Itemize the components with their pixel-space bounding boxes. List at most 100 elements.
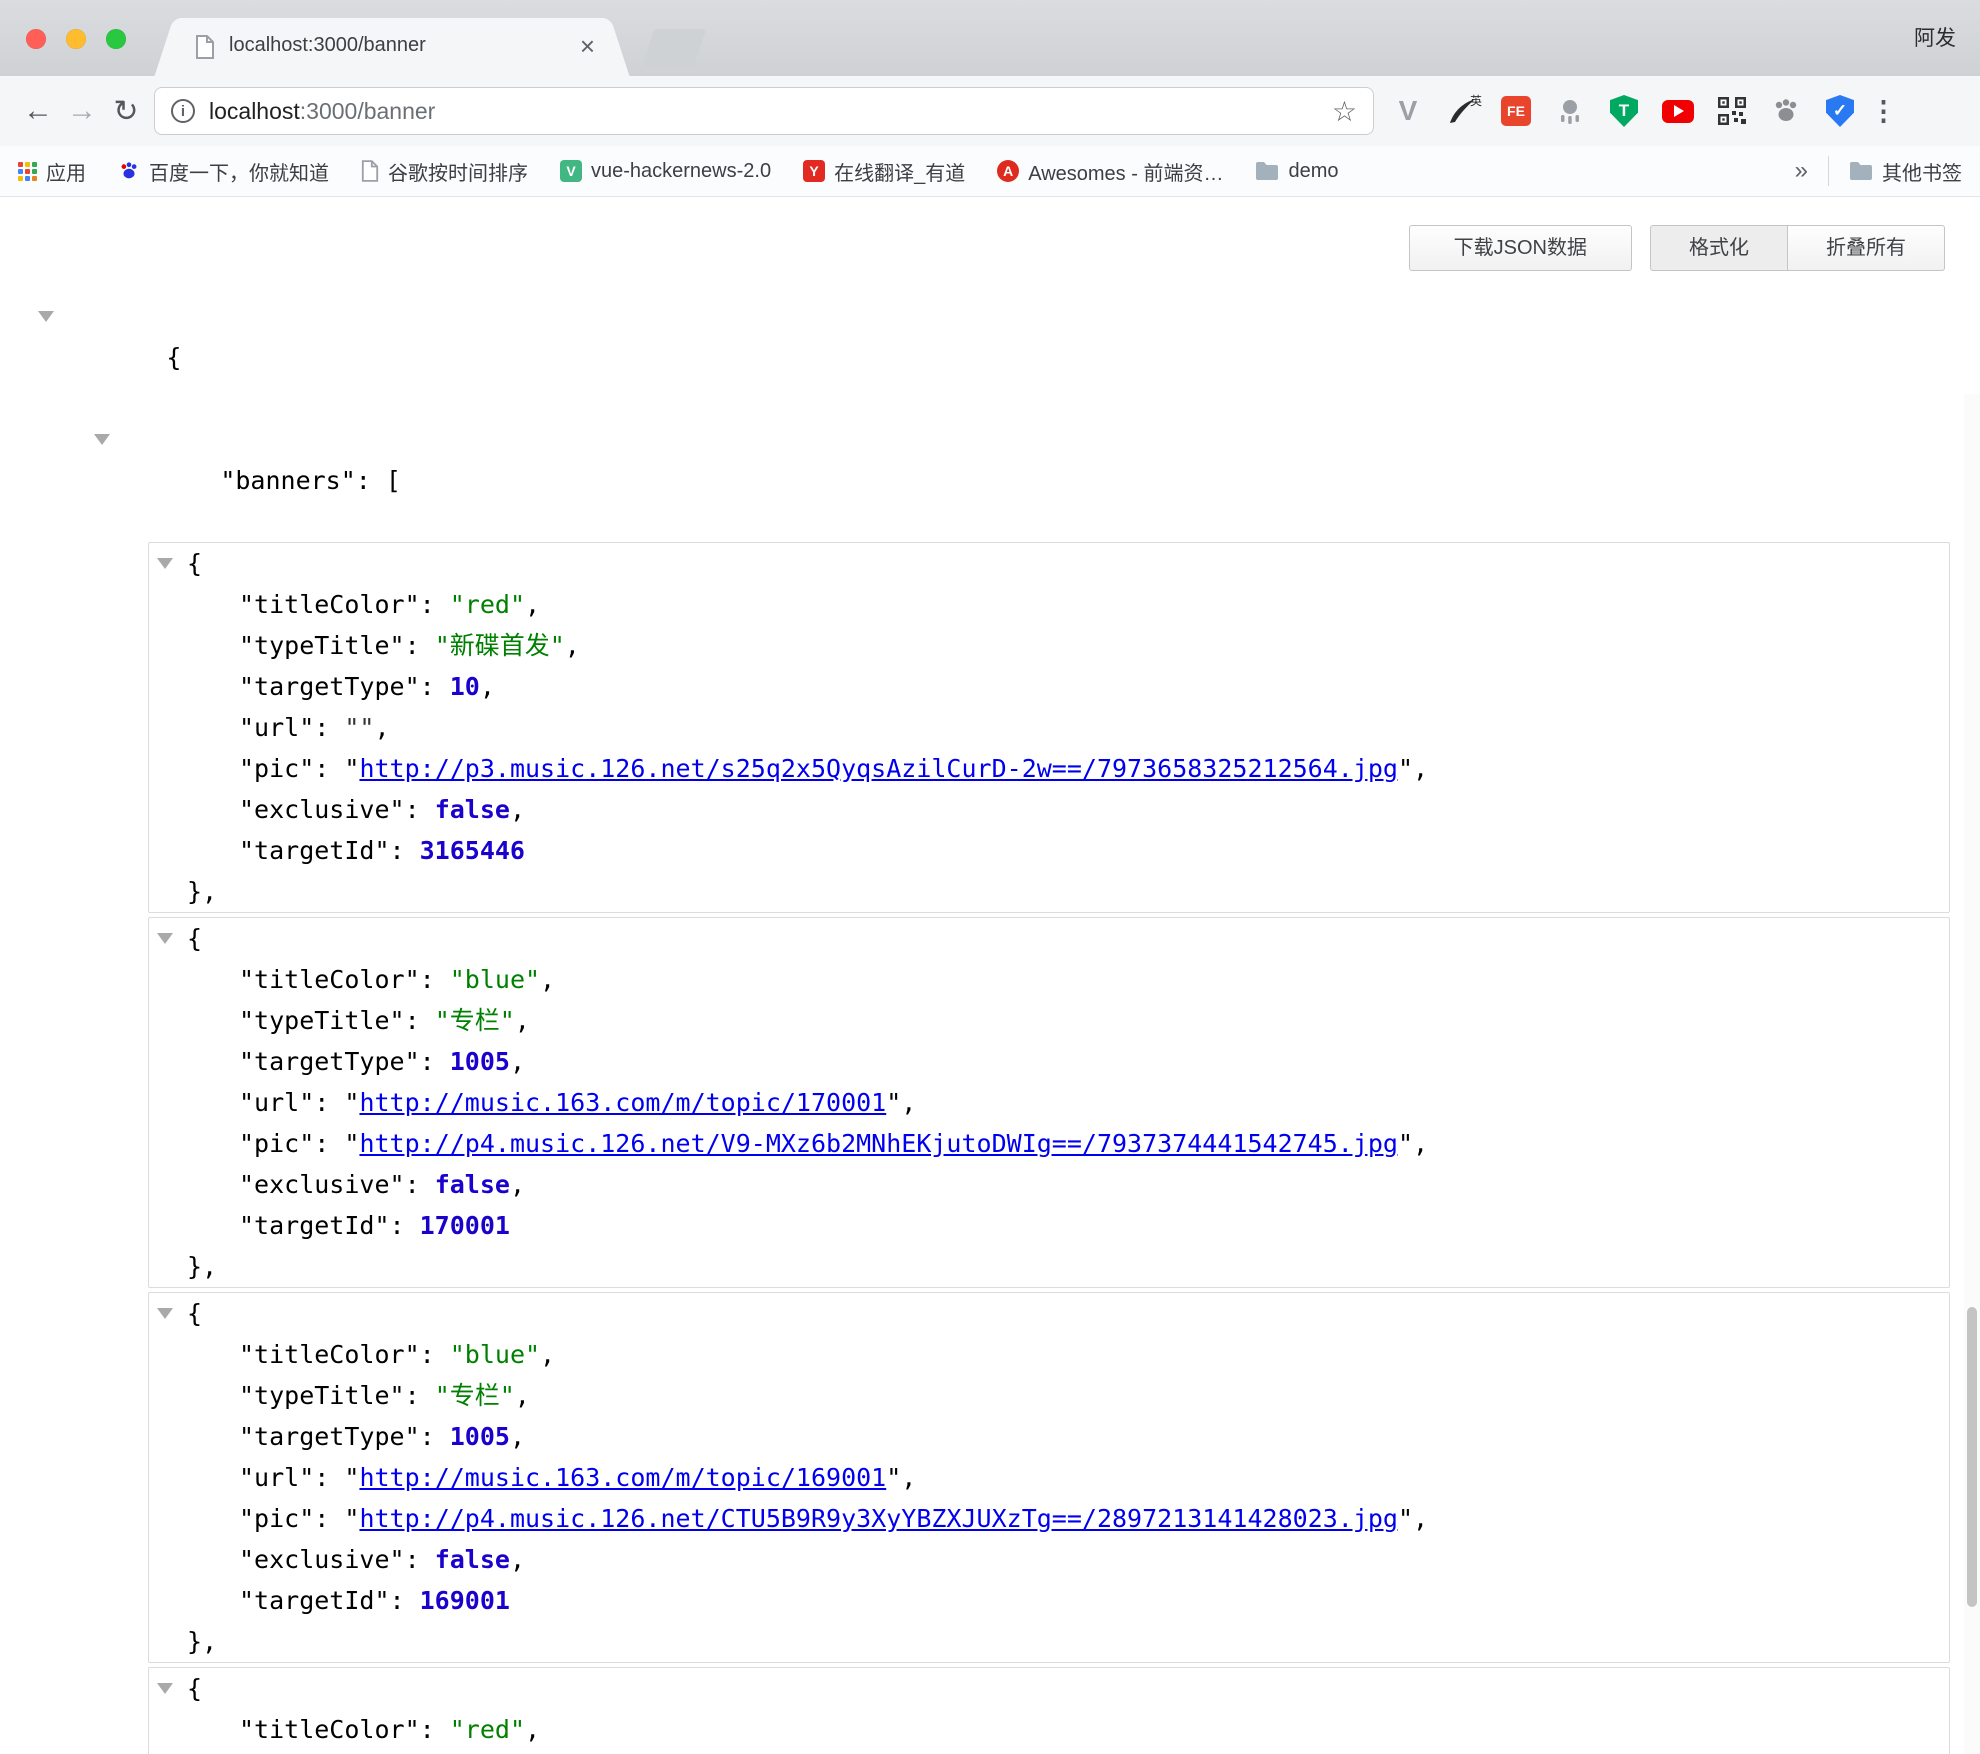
json-punctuation: : (314, 1463, 344, 1492)
paw-extension-icon[interactable] (1770, 95, 1802, 127)
url-host: localhost (209, 98, 300, 124)
bookmark-youdao-translate[interactable]: Y 在线翻译_有道 (803, 157, 965, 186)
scrollbar-thumb[interactable] (1967, 1307, 1977, 1607)
json-line: "titleColor": "blue", (149, 959, 1949, 1000)
browser-menu-icon[interactable]: ⋮ (1870, 96, 1897, 127)
json-punctuation: , (565, 631, 580, 660)
json-punctuation: , (901, 1088, 916, 1117)
reload-button[interactable]: ↻ (104, 89, 148, 133)
json-url-link[interactable]: http://music.163.com/m/topic/170001 (359, 1088, 886, 1117)
bookmark-label: demo (1288, 160, 1338, 183)
other-bookmarks-folder[interactable]: 其他书签 (1849, 157, 1962, 186)
bookmark-star-icon[interactable]: ☆ (1332, 95, 1357, 128)
json-key: "titleColor" (239, 590, 420, 619)
back-button[interactable]: ← (16, 89, 60, 133)
banner-list: { "titleColor": "red", "typeTitle": "新碟首发"… (0, 542, 1980, 1754)
json-line: "titleColor": "red", (149, 584, 1949, 625)
json-line: "titleColor": "red", (149, 1709, 1949, 1750)
json-punctuation: " (1398, 754, 1413, 783)
bookmark-awesomes[interactable]: A Awesomes - 前端资… (997, 157, 1223, 186)
forward-button[interactable]: → (60, 89, 104, 133)
blue-shield-extension-icon[interactable]: ✓ (1824, 95, 1856, 127)
json-punctuation: }, (187, 1252, 217, 1281)
collapse-triangle-icon[interactable] (157, 558, 173, 569)
browser-tab[interactable]: localhost:3000/banner × (177, 18, 607, 76)
json-punctuation: , (1413, 1129, 1428, 1158)
json-url-link[interactable]: http://p4.music.126.net/V9-MXz6b2MNhEKju… (359, 1129, 1398, 1158)
browser-navbar: ← → ↻ i localhost:3000/banner ☆ V 英 FE (0, 76, 1980, 146)
bookmarks-overflow-chevron[interactable]: » (1795, 157, 1808, 185)
json-punctuation: , (510, 1545, 525, 1574)
profile-name[interactable]: 阿发 (1914, 22, 1956, 52)
json-punctuation: , (901, 1463, 916, 1492)
fehelper-extension-icon[interactable]: FE (1500, 95, 1532, 127)
bookmark-demo-folder[interactable]: demo (1255, 160, 1338, 183)
folder-icon (1255, 161, 1279, 181)
json-url-link[interactable]: http://p4.music.126.net/CTU5B9R9y3XyYBZX… (359, 1504, 1398, 1533)
page-info-icon[interactable]: i (171, 99, 195, 123)
collapse-triangle-icon[interactable] (38, 311, 54, 322)
close-window-button[interactable] (26, 29, 46, 49)
json-key: "url" (239, 1088, 314, 1117)
vue-devtools-extension-icon[interactable]: V (1392, 95, 1424, 127)
apps-grid-icon (18, 162, 37, 181)
minimize-window-button[interactable] (66, 29, 86, 49)
json-line: "url": "", (149, 707, 1949, 748)
json-punctuation: : (405, 1381, 435, 1410)
bookmark-label: 应用 (46, 157, 86, 186)
json-number-value: 10 (450, 672, 480, 701)
json-punctuation: : (405, 631, 435, 660)
bookmark-vue-hackernews[interactable]: V vue-hackernews-2.0 (560, 160, 771, 183)
json-line: "targetType": 1005, (149, 1041, 1949, 1082)
json-string-value: "新碟首发" (435, 631, 565, 660)
json-punctuation: : (420, 1715, 450, 1744)
youdao-dict-extension-icon[interactable]: 英 (1446, 95, 1478, 127)
bookmark-label: 百度一下，你就知道 (149, 157, 329, 186)
maximize-window-button[interactable] (106, 29, 126, 49)
collapse-triangle-icon[interactable] (157, 1683, 173, 1694)
collapse-triangle-icon[interactable] (157, 1308, 173, 1319)
new-tab-button[interactable] (642, 29, 706, 67)
json-punctuation: : (314, 1129, 344, 1158)
json-key: "typeTitle" (239, 1381, 405, 1410)
json-punctuation: : (390, 836, 420, 865)
json-punctuation: , (515, 1006, 530, 1035)
banner-object-box: {"titleColor": "blue","typeTitle": "专栏",… (148, 917, 1950, 1288)
json-punctuation: { (187, 549, 202, 578)
octotree-extension-icon[interactable] (1554, 95, 1586, 127)
page-icon (195, 35, 215, 64)
bookmark-baidu[interactable]: 百度一下，你就知道 (118, 157, 329, 186)
json-line: "titleColor": "blue", (149, 1334, 1949, 1375)
json-punctuation: : (420, 1340, 450, 1369)
page-icon (361, 160, 379, 182)
json-punctuation: " (344, 1088, 359, 1117)
json-url-link[interactable]: http://p3.music.126.net/s25q2x5QyqsAzilC… (359, 754, 1398, 783)
bookmark-label: 谷歌按时间排序 (388, 157, 528, 186)
json-key: "targetType" (239, 672, 420, 701)
download-json-button[interactable]: 下载JSON数据 (1409, 225, 1632, 271)
json-number-value: 169001 (420, 1586, 510, 1615)
bookmark-apps[interactable]: 应用 (18, 157, 86, 186)
url-bar[interactable]: i localhost:3000/banner ☆ (154, 87, 1374, 135)
json-punctuation: , (525, 590, 540, 619)
json-line: "targetId": 169001 (149, 1580, 1949, 1621)
collapse-triangle-icon[interactable] (157, 933, 173, 944)
json-string-value: "red" (450, 1715, 525, 1744)
collapse-triangle-icon[interactable] (94, 434, 110, 445)
json-url-link[interactable]: http://music.163.com/m/topic/169001 (359, 1463, 886, 1492)
collapse-all-button[interactable]: 折叠所有 (1788, 225, 1945, 271)
bookmark-google-sort[interactable]: 谷歌按时间排序 (361, 157, 528, 186)
format-button[interactable]: 格式化 (1650, 225, 1788, 271)
json-punctuation: : (420, 672, 450, 701)
json-punctuation: " (1398, 1504, 1413, 1533)
qrcode-extension-icon[interactable] (1716, 95, 1748, 127)
green-shield-extension-icon[interactable]: T (1608, 95, 1640, 127)
json-key: "titleColor" (239, 965, 420, 994)
json-line: { (149, 1293, 1949, 1334)
json-punctuation: { (187, 1299, 202, 1328)
scrollbar-track[interactable] (1964, 394, 1980, 1754)
json-punctuation: , (540, 1340, 555, 1369)
close-tab-icon[interactable]: × (580, 31, 595, 61)
youtube-extension-icon[interactable] (1662, 95, 1694, 127)
json-line: "exclusive": false, (149, 1539, 1949, 1580)
